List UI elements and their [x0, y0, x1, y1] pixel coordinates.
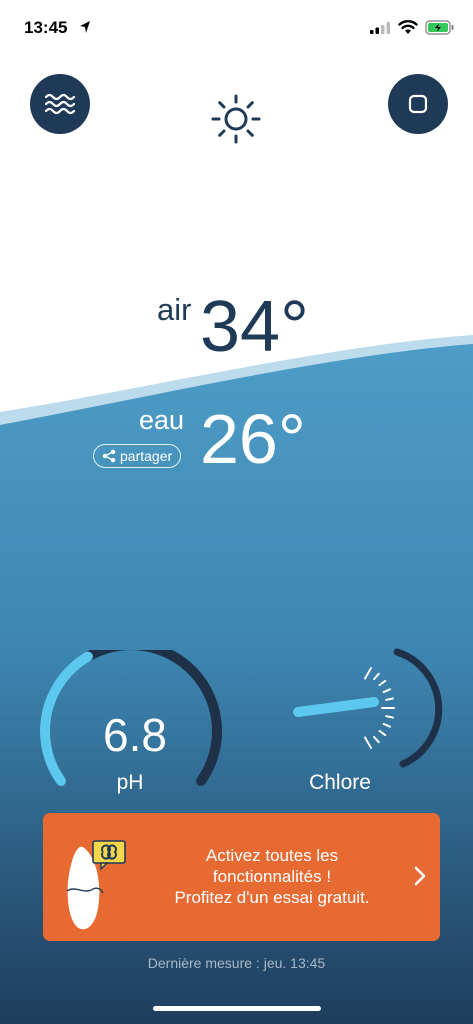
chlore-tick: [385, 715, 394, 719]
promo-line-2: fonctionnalités !: [212, 867, 332, 886]
chlore-tick: [373, 672, 380, 681]
promo-line-3: Profitez d'un essai gratuit.: [174, 888, 370, 907]
chlore-needle: [293, 697, 379, 717]
chlore-tick: [385, 697, 394, 701]
chlore-tick: [382, 688, 392, 694]
air-label: air: [157, 292, 192, 327]
chlore-tick: [364, 736, 372, 749]
square-icon: [408, 94, 428, 114]
sun-icon[interactable]: [211, 94, 261, 144]
air-temperature: 34°: [200, 287, 309, 367]
chlore-tick: [364, 667, 372, 680]
pool-device-illustration-icon: [66, 840, 126, 930]
battery-charging-icon: [425, 20, 454, 35]
promo-text: Activez toutes les fonctionnalités ! Pro…: [137, 845, 407, 908]
chlore-tick: [378, 729, 387, 737]
location-arrow-icon: [80, 21, 90, 33]
water-temperature: 26°: [200, 400, 306, 478]
ph-value: 6.8: [103, 709, 167, 761]
share-icon: [102, 449, 116, 463]
chlore-scale-ticks: [364, 667, 395, 749]
device-button[interactable]: [388, 74, 448, 134]
home-indicator[interactable]: [153, 1006, 321, 1011]
water-label: eau: [139, 405, 185, 435]
last-measure-text: Dernière mesure : jeu. 13:45: [147, 955, 326, 971]
share-label: partager: [120, 448, 173, 464]
chlore-tick: [373, 735, 380, 744]
wifi-icon: [398, 20, 418, 34]
menu-button[interactable]: [30, 74, 90, 134]
waves-icon: [44, 93, 76, 115]
chevron-right-icon: [414, 866, 426, 886]
status-time: 13:45: [24, 18, 68, 37]
trial-promo-banner[interactable]: Activez toutes les fonctionnalités ! Pro…: [43, 813, 440, 941]
ph-label: pH: [116, 771, 144, 794]
chlore-tick: [382, 722, 392, 728]
chlore-tick: [378, 679, 387, 687]
promo-line-1: Activez toutes les: [205, 846, 339, 865]
chlore-gauge[interactable]: [280, 640, 450, 780]
cellular-signal-icon: [370, 22, 390, 34]
chlore-label: Chlore: [309, 771, 371, 794]
share-button[interactable]: partager: [93, 444, 182, 468]
